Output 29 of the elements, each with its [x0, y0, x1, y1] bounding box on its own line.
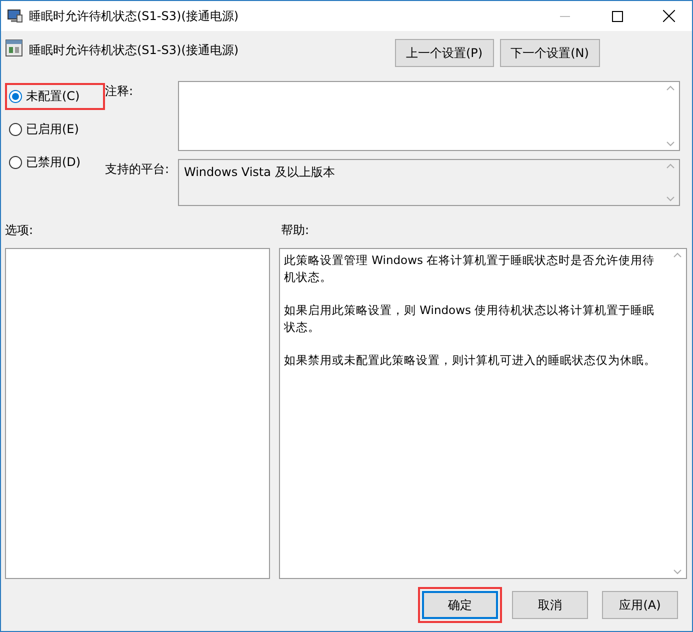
- help-paragraph: 如果启用此策略设置，则 Windows 使用待机状态以将计算机置于睡眠状态。: [284, 302, 656, 336]
- help-paragraph: 如果禁用或未配置此策略设置，则计算机可进入的睡眠状态仅为休眠。: [284, 352, 657, 369]
- platform-label: 支持的平台:: [105, 161, 170, 178]
- dialog-button[interactable]: 确定: [422, 591, 498, 619]
- scroll-down-icon[interactable]: [673, 569, 682, 575]
- scroll-down-icon[interactable]: [666, 196, 675, 202]
- policy-icon: [5, 39, 23, 57]
- comment-field[interactable]: [178, 81, 680, 151]
- scroll-up-icon[interactable]: [666, 163, 675, 169]
- options-label: 选项:: [5, 222, 34, 239]
- scroll-up-icon[interactable]: [673, 252, 682, 258]
- comment-label: 注释:: [105, 83, 134, 100]
- previous-setting-button[interactable]: 上一个设置(P): [395, 39, 494, 67]
- next-setting-button[interactable]: 下一个设置(N): [500, 39, 600, 67]
- close-icon: [663, 10, 675, 22]
- policy-title: 睡眠时允许待机状态(S1-S3)(接通电源): [29, 42, 240, 59]
- radio-option[interactable]: 已启用(E): [9, 121, 79, 138]
- dialog-button[interactable]: 取消: [512, 591, 588, 619]
- radio-option[interactable]: 未配置(C): [9, 88, 80, 105]
- help-paragraph: 此策略设置管理 Windows 在将计算机置于睡眠状态时是否允许使用待机状态。: [284, 252, 656, 286]
- radio-option[interactable]: 已禁用(D): [9, 154, 81, 171]
- dialog-button[interactable]: 应用(A): [602, 591, 678, 619]
- scroll-up-icon[interactable]: [666, 85, 675, 91]
- help-label: 帮助:: [281, 222, 310, 239]
- platform-field: Windows Vista 及以上版本: [178, 159, 680, 206]
- window-title: 睡眠时允许待机状态(S1-S3)(接通电源): [29, 8, 240, 24]
- maximize-icon: [612, 10, 622, 22]
- scroll-down-icon[interactable]: [666, 141, 675, 147]
- computer-icon: [7, 8, 23, 24]
